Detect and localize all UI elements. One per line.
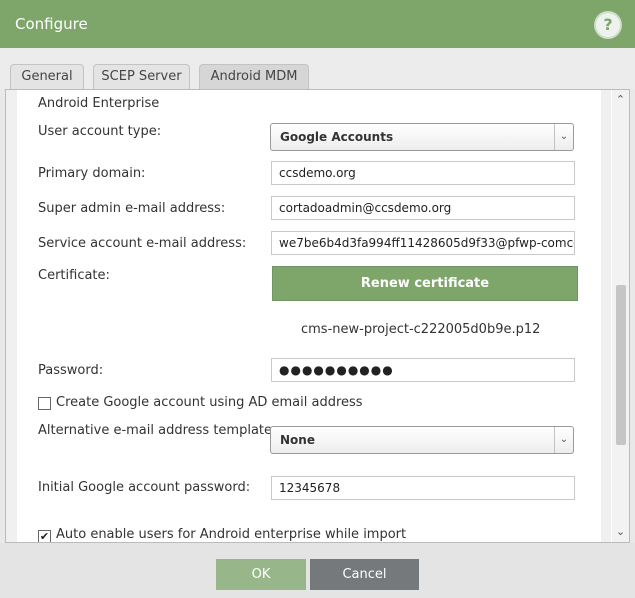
dialog-title: Configure <box>15 15 88 33</box>
certificate-label: Certificate: <box>38 268 110 283</box>
ok-button[interactable]: OK <box>216 559 306 590</box>
renew-certificate-button[interactable]: Renew certificate <box>272 266 578 301</box>
initial-password-label: Initial Google account password: <box>38 480 251 495</box>
primary-domain-label: Primary domain: <box>38 166 146 181</box>
scrollbar-thumb[interactable] <box>616 285 626 445</box>
cancel-button[interactable]: Cancel <box>310 559 419 590</box>
create-google-account-label: Create Google account using AD email add… <box>56 395 363 410</box>
scroll-up-icon[interactable]: ⌃ <box>612 92 629 108</box>
chevron-down-icon: ⌄ <box>554 427 573 453</box>
dialog-footer: OK Cancel <box>0 543 635 598</box>
tab-scep-server[interactable]: SCEP Server <box>93 64 190 89</box>
tab-bar: General SCEP Server Android MDM <box>0 48 635 90</box>
panel-right-margin <box>601 90 611 542</box>
certificate-file-name: cms-new-project-c222005d0b9e.p12 <box>301 322 541 337</box>
section-title: Android Enterprise <box>38 96 160 111</box>
password-label: Password: <box>38 363 104 378</box>
user-account-type-label: User account type: <box>38 124 162 139</box>
scroll-down-icon[interactable]: ⌄ <box>612 524 629 540</box>
alt-email-template-label: Alternative e-mail address template: <box>38 423 277 438</box>
initial-password-input[interactable]: 12345678 <box>271 476 575 500</box>
tab-android-mdm[interactable]: Android MDM <box>199 64 309 90</box>
password-input[interactable]: ●●●●●●●●●● <box>271 358 575 382</box>
tab-general[interactable]: General <box>10 64 84 89</box>
primary-domain-input[interactable]: ccsdemo.org <box>271 161 575 185</box>
help-icon[interactable]: ? <box>594 11 622 39</box>
vertical-scrollbar[interactable]: ⌃ ⌄ <box>612 90 629 542</box>
create-google-account-checkbox[interactable] <box>38 397 51 410</box>
panel-left-margin <box>6 90 17 542</box>
super-admin-email-label: Super admin e-mail address: <box>38 201 226 216</box>
title-bar: Configure ? <box>0 0 635 48</box>
super-admin-email-input[interactable]: cortadoadmin@ccsdemo.org <box>271 196 575 220</box>
auto-enable-checkbox[interactable]: ✔ <box>38 530 51 542</box>
alt-email-template-select[interactable]: None ⌄ <box>270 426 574 454</box>
service-account-email-input[interactable]: we7be6b4d3fa994ff11428605d9f33@pfwp-comc… <box>271 231 575 255</box>
service-account-email-label: Service account e-mail address: <box>38 236 247 251</box>
user-account-type-select[interactable]: Google Accounts ⌄ <box>270 123 574 151</box>
android-mdm-panel: Android Enterprise User account type: Go… <box>5 89 630 543</box>
auto-enable-label: Auto enable users for Android enterprise… <box>56 527 407 542</box>
chevron-down-icon: ⌄ <box>554 124 573 150</box>
user-account-type-value: Google Accounts <box>280 130 394 144</box>
alt-email-template-value: None <box>280 433 315 447</box>
